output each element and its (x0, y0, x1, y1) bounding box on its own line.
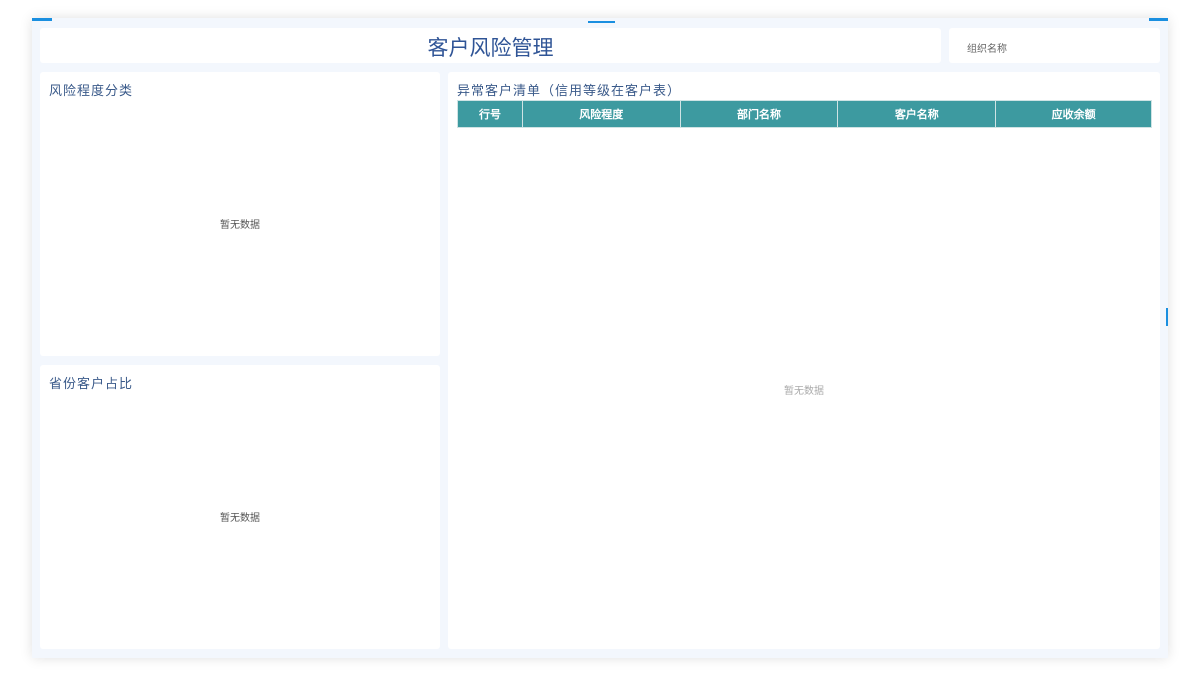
province-panel: 省份客户占比 暂无数据 (40, 365, 440, 649)
abnormal-table: 行号 风险程度 部门名称 客户名称 应收余额 (457, 100, 1152, 128)
col-header[interactable]: 应收余额 (995, 100, 1152, 128)
org-filter-placeholder: 组织名称 (967, 44, 1007, 55)
risk-level-panel: 风险程度分类 暂无数据 (40, 72, 440, 356)
col-header[interactable]: 客户名称 (837, 100, 997, 128)
abnormal-customers-panel: 异常客户清单（信用等级在客户表） 行号 风险程度 部门名称 客户名称 应收余额 … (448, 72, 1160, 649)
resize-handle[interactable] (588, 21, 615, 23)
col-header[interactable]: 部门名称 (679, 100, 839, 128)
resize-handle[interactable] (32, 18, 52, 21)
panel-title: 异常客户清单（信用等级在客户表） (457, 84, 682, 99)
title-bar: 客户风险管理 (40, 28, 941, 63)
panel-title: 省份客户占比 (49, 377, 134, 392)
resize-handle[interactable] (1166, 308, 1168, 326)
page-title: 客户风险管理 (427, 36, 554, 60)
col-header[interactable]: 风险程度 (521, 100, 681, 128)
empty-text: 暂无数据 (784, 386, 824, 397)
resize-handle[interactable] (1149, 18, 1168, 21)
empty-text: 暂无数据 (220, 513, 260, 524)
panel-title: 风险程度分类 (49, 84, 134, 99)
empty-text: 暂无数据 (220, 220, 260, 231)
col-header[interactable]: 行号 (457, 100, 523, 128)
org-filter[interactable]: 组织名称 (949, 28, 1160, 63)
